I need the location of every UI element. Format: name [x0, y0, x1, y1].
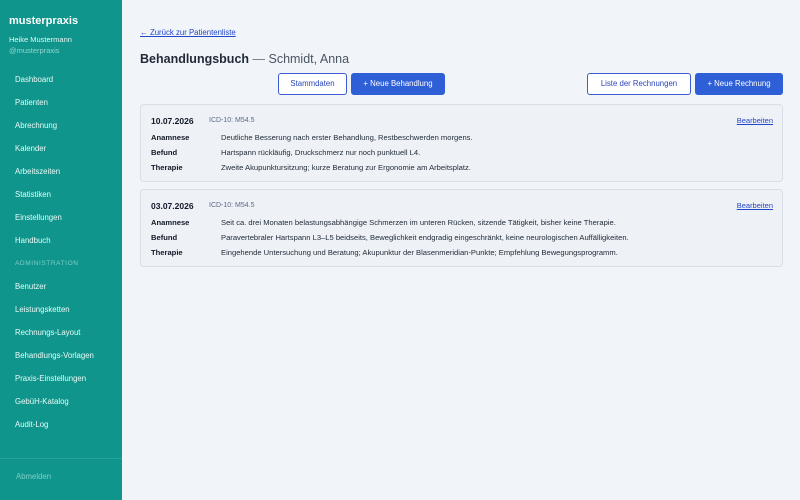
page-title-row: Behandlungsbuch — Schmidt, Anna	[140, 50, 349, 68]
entry-date: 03.07.2026	[151, 201, 194, 211]
row-value: Zweite Akupunktursitzung; kurze Beratung…	[221, 163, 471, 172]
brand-name: musterpraxis	[9, 15, 79, 27]
entry-row-therapie: Therapie Zweite Akupunktursitzung; kurze …	[151, 163, 471, 172]
patient-name: Schmidt, Anna	[268, 52, 350, 66]
logout-link[interactable]: Abmelden	[16, 472, 51, 481]
user-handle: @musterpraxis	[9, 46, 60, 55]
entry-icd-code: ICD-10: M54.5	[209, 117, 255, 124]
sidebar-item-audit-log[interactable]: Audit-Log	[0, 413, 122, 436]
row-label: Befund	[151, 233, 178, 242]
entry-row-therapie: Therapie Eingehende Untersuchung und Bera…	[151, 248, 618, 257]
sidebar-item-kalender[interactable]: Kalender	[0, 137, 122, 160]
sidebar-item-abrechnung[interactable]: Abrechnung	[0, 114, 122, 137]
page-title: Behandlungsbuch	[140, 52, 250, 66]
entry-row-befund: Befund Paravertebraler Hartspann L3–L5 be…	[151, 233, 629, 242]
edit-entry-link[interactable]: Bearbeiten	[737, 116, 773, 125]
sidebar-section-administration: ADMINISTRATION	[15, 260, 79, 267]
new-treatment-button[interactable]: + Neue Behandlung	[351, 73, 445, 95]
title-separator: —	[249, 52, 269, 66]
sidebar-item-benutzer[interactable]: Benutzer	[0, 275, 122, 298]
row-label: Anamnese	[151, 133, 190, 142]
sidebar-item-leistungsketten[interactable]: Leistungsketten	[0, 298, 122, 321]
row-label: Therapie	[151, 163, 183, 172]
sidebar-item-arbeitszeiten[interactable]: Arbeitszeiten	[0, 160, 122, 183]
sidebar-item-patienten[interactable]: Patienten	[0, 91, 122, 114]
sidebar-footer: Abmelden	[0, 458, 122, 500]
sidebar-item-behandlungs-vorlagen[interactable]: Behandlungs-Vorlagen	[0, 344, 122, 367]
edit-entry-link[interactable]: Bearbeiten	[737, 201, 773, 210]
sidebar-item-praxis-einstellungen[interactable]: Praxis-Einstellungen	[0, 367, 122, 390]
sidebar-item-handbuch[interactable]: Handbuch	[0, 229, 122, 252]
row-value: Eingehende Untersuchung und Beratung; Ak…	[221, 248, 618, 257]
sidebar-item-einstellungen[interactable]: Einstellungen	[0, 206, 122, 229]
main-content: ← Zurück zur Patientenliste Behandlungsb…	[122, 0, 800, 500]
row-value: Deutliche Besserung nach erster Behandlu…	[221, 133, 473, 142]
entry-row-anamnese: Anamnese Seit ca. drei Monaten belastungs…	[151, 218, 616, 227]
entry-icd-code: ICD-10: M54.5	[209, 202, 255, 209]
stammdaten-button[interactable]: Stammdaten	[278, 73, 347, 95]
back-to-patient-list-link[interactable]: ← Zurück zur Patientenliste	[140, 28, 236, 37]
treatment-entry: 10.07.2026 ICD-10: M54.5 Bearbeiten Anam…	[140, 104, 783, 182]
sidebar-item-gebueh-katalog[interactable]: GebüH-Katalog	[0, 390, 122, 413]
row-value: Seit ca. drei Monaten belastungsabhängig…	[221, 218, 616, 227]
sidebar-nav: Dashboard Patienten Abrechnung Kalender …	[0, 68, 122, 436]
new-invoice-button[interactable]: + Neue Rechnung	[695, 73, 783, 95]
sidebar-item-rechnungs-layout[interactable]: Rechnungs-Layout	[0, 321, 122, 344]
invoice-list-button[interactable]: Liste der Rechnungen	[587, 73, 691, 95]
sidebar: musterpraxis Heike Mustermann @musterpra…	[0, 0, 122, 500]
treatment-entry: 03.07.2026 ICD-10: M54.5 Bearbeiten Anam…	[140, 189, 783, 267]
row-value: Hartspann rückläufig, Druckschmerz nur n…	[221, 148, 421, 157]
row-label: Therapie	[151, 248, 183, 257]
sidebar-item-dashboard[interactable]: Dashboard	[0, 68, 122, 91]
row-label: Anamnese	[151, 218, 190, 227]
entry-date: 10.07.2026	[151, 116, 194, 126]
row-value: Paravertebraler Hartspann L3–L5 beidseit…	[221, 233, 629, 242]
user-name: Heike Mustermann	[9, 35, 72, 44]
row-label: Befund	[151, 148, 178, 157]
entry-row-befund: Befund Hartspann rückläufig, Druckschmerz…	[151, 148, 420, 157]
sidebar-item-statistiken[interactable]: Statistiken	[0, 183, 122, 206]
entry-row-anamnese: Anamnese Deutliche Besserung nach erster …	[151, 133, 473, 142]
